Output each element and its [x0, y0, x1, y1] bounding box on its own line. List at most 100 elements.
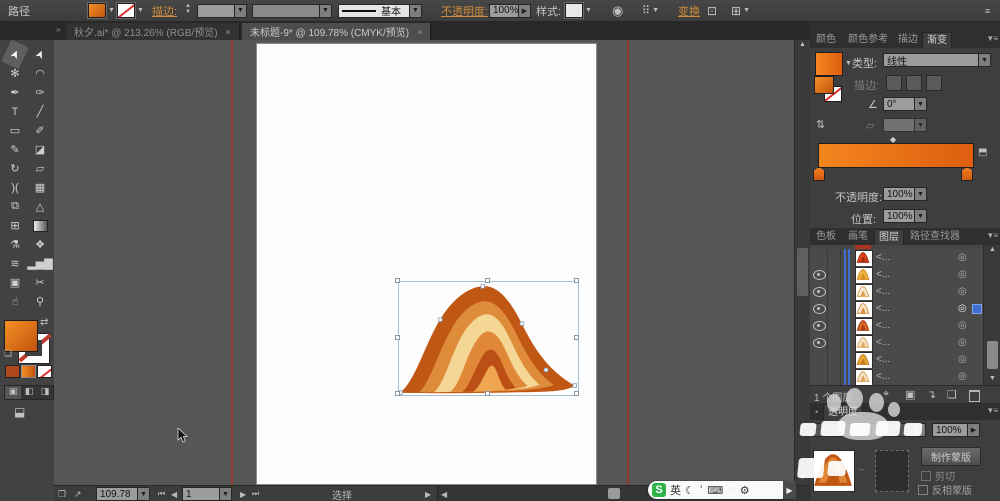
- layer-label[interactable]: <...: [876, 337, 890, 348]
- draw-normal-icon[interactable]: ▣: [5, 386, 21, 399]
- type-tool[interactable]: T: [3, 102, 27, 121]
- layer-label[interactable]: <...: [876, 371, 890, 382]
- control-bar-menu-icon[interactable]: ≡: [985, 3, 990, 18]
- pencil-tool[interactable]: ✎: [3, 140, 27, 159]
- brush-definition-combo[interactable]: 基本 ▼: [338, 3, 422, 18]
- target-circle-icon[interactable]: ◎: [958, 252, 967, 263]
- target-circle-icon[interactable]: ◎: [958, 371, 967, 382]
- tab-layers[interactable]: 图层: [874, 229, 904, 246]
- free-transform-tool[interactable]: ▦: [28, 178, 52, 197]
- layer-row-4[interactable]: <... ◎: [810, 300, 983, 318]
- chevron-down-icon[interactable]: ▼: [845, 60, 852, 67]
- scroll-left-icon[interactable]: ◀: [441, 487, 447, 501]
- status-option-icon[interactable]: ❐: [58, 487, 66, 501]
- panel-menu-icon[interactable]: ▼≡: [986, 34, 998, 43]
- hand-tool[interactable]: ☝: [3, 292, 27, 311]
- visibility-eye-icon[interactable]: [813, 338, 826, 348]
- selection-handle[interactable]: [395, 278, 400, 283]
- isolate-object-icon[interactable]: ⊡: [707, 3, 717, 18]
- locate-object-icon[interactable]: ⌖: [883, 388, 889, 401]
- width-tool[interactable]: )(: [3, 178, 27, 197]
- scale-tool[interactable]: ▱: [28, 159, 52, 178]
- target-circle-icon[interactable]: ◎: [958, 269, 967, 280]
- visibility-eye-icon[interactable]: [813, 321, 826, 331]
- layers-scroll-thumb[interactable]: [987, 341, 998, 369]
- mesh-tool[interactable]: ⊞: [3, 216, 27, 235]
- selection-handle[interactable]: [485, 391, 490, 396]
- target-circle-icon[interactable]: ◎: [958, 303, 967, 314]
- eyedropper-tool[interactable]: ⚗: [3, 235, 27, 254]
- stroke-panel-link[interactable]: 描边:: [152, 3, 177, 18]
- selection-handle[interactable]: [574, 391, 579, 396]
- ime-toolbar[interactable]: S 英 ☾ ’ ⌨ ◌ ⚙: [648, 481, 787, 499]
- status-expand-icon[interactable]: ▶: [425, 487, 431, 501]
- fill-color-swatch[interactable]: ▼: [88, 3, 115, 18]
- reverse-gradient-icon[interactable]: ⇅: [816, 118, 825, 131]
- recolor-artwork-icon[interactable]: ◉: [612, 3, 623, 18]
- zoom-tool[interactable]: ⚲: [28, 292, 52, 311]
- sogou-logo-icon[interactable]: S: [652, 483, 666, 497]
- layer-row-3[interactable]: <... ◎: [810, 283, 983, 301]
- stop-position-combo[interactable]: 100% ▼: [883, 209, 927, 223]
- screen-mode-icon[interactable]: ⬓: [14, 405, 25, 419]
- gradient-stop-left[interactable]: [813, 167, 825, 181]
- default-fill-stroke-icon[interactable]: ❏: [4, 348, 12, 359]
- clip-checkbox[interactable]: 剪切: [921, 468, 955, 483]
- align-options-icon[interactable]: ⠿ ▼: [642, 3, 659, 18]
- stroke-within-icon[interactable]: [886, 75, 902, 91]
- clipping-mask-icon[interactable]: ▣: [905, 388, 915, 401]
- new-sublayer-icon[interactable]: ↴: [927, 388, 936, 401]
- none-mode-button[interactable]: [37, 365, 52, 378]
- layer-label[interactable]: <...: [876, 252, 890, 263]
- layer-row-5[interactable]: <... ◎: [810, 317, 983, 335]
- aspect-ratio-combo[interactable]: ▼: [883, 118, 927, 132]
- tab-color[interactable]: 颜色: [812, 32, 840, 48]
- stroke-along-icon[interactable]: [906, 75, 922, 91]
- mask-thumbnail-slot[interactable]: [875, 450, 909, 492]
- stroke-weight-combo[interactable]: ▼: [197, 3, 247, 18]
- scroll-down-icon[interactable]: ▼: [989, 375, 996, 382]
- new-layer-icon[interactable]: ❏: [947, 388, 957, 401]
- selection-bounding-box[interactable]: [398, 281, 579, 396]
- gradient-swatch[interactable]: [815, 52, 843, 76]
- panel-menu-icon[interactable]: ▼≡: [986, 406, 998, 415]
- close-icon[interactable]: ×: [417, 27, 422, 37]
- keyboard-icon[interactable]: ⌨: [707, 484, 723, 497]
- target-circle-icon[interactable]: ◎: [958, 354, 967, 365]
- opacity-combo[interactable]: 100% ▶: [489, 3, 531, 18]
- visibility-eye-icon[interactable]: [813, 304, 826, 314]
- make-mask-button[interactable]: 制作蒙版: [921, 447, 981, 466]
- layer-label[interactable]: <...: [876, 320, 890, 331]
- selection-handle[interactable]: [395, 335, 400, 340]
- selection-handle[interactable]: [574, 278, 579, 283]
- layer-row-2[interactable]: <... ◎: [810, 266, 983, 284]
- layer-label[interactable]: <...: [876, 269, 890, 280]
- perspective-grid-tool[interactable]: △: [28, 197, 52, 216]
- curvature-pen-tool[interactable]: ✑: [28, 83, 52, 102]
- layer-label[interactable]: <...: [876, 286, 890, 297]
- selection-handle[interactable]: [574, 335, 579, 340]
- delete-layer-icon[interactable]: [969, 390, 980, 402]
- first-artboard-icon[interactable]: ⏮: [158, 487, 165, 501]
- stroke-gradient-buttons[interactable]: [886, 75, 942, 91]
- next-artboard-icon[interactable]: ▶: [240, 487, 246, 501]
- draw-inside-icon[interactable]: ◨: [37, 386, 53, 399]
- eraser-tool[interactable]: ◪: [28, 140, 52, 159]
- width-profile-combo[interactable]: ▼: [252, 3, 332, 18]
- skin-icon[interactable]: ◌: [728, 484, 735, 496]
- line-segment-tool[interactable]: ╱: [28, 102, 52, 121]
- tab-stroke[interactable]: 描边: [894, 32, 922, 48]
- more-options-icon[interactable]: ⊞ ▼: [731, 3, 750, 18]
- target-circle-icon[interactable]: ◎: [958, 337, 967, 348]
- artboard-tool[interactable]: ▣: [3, 273, 27, 292]
- scroll-up-icon[interactable]: ▲: [799, 41, 806, 48]
- punctuation-icon[interactable]: ’: [700, 484, 702, 496]
- magic-wand-tool[interactable]: ✻: [3, 64, 27, 83]
- transform-link[interactable]: 变换: [678, 3, 700, 18]
- gradient-stop-right[interactable]: [961, 167, 973, 181]
- toolbox-icon[interactable]: ⚙: [740, 484, 750, 497]
- visibility-eye-icon[interactable]: [813, 287, 826, 297]
- tab-swatches[interactable]: 色板: [812, 229, 840, 245]
- canvas-area[interactable]: [54, 40, 794, 485]
- tab-brushes[interactable]: 画笔: [844, 229, 872, 245]
